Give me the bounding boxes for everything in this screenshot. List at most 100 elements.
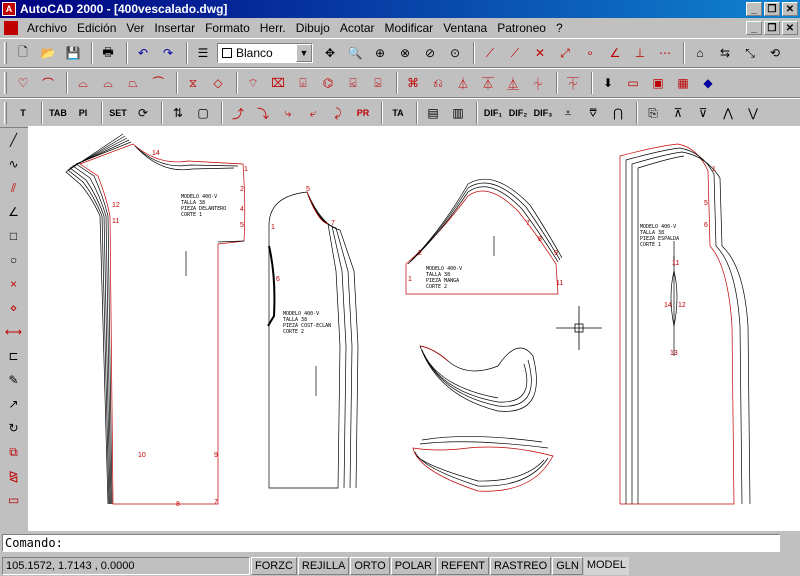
menu-acotar[interactable]: Acotar	[335, 21, 380, 35]
menu-patroneo[interactable]: Patroneo	[492, 21, 551, 35]
rectangle-draw-icon[interactable]: □	[3, 225, 25, 247]
lwt-toggle[interactable]: GLN	[552, 556, 583, 575]
angle-icon[interactable]: ∠	[3, 201, 25, 223]
dotted-line-icon[interactable]: ⋯	[654, 42, 676, 64]
pr-icon[interactable]: PR	[352, 102, 374, 124]
menu-modificar[interactable]: Modificar	[380, 21, 439, 35]
doc-restore-button[interactable]: ❐	[764, 21, 780, 35]
menu-ver[interactable]: Ver	[121, 21, 149, 35]
text-align-icon[interactable]: TA	[387, 102, 409, 124]
menu-herr[interactable]: Herr.	[255, 21, 291, 35]
armhole-icon[interactable]: ⌒	[37, 72, 59, 94]
marker-icon[interactable]: ◆	[697, 72, 719, 94]
chevron-down-icon[interactable]: ▼	[296, 44, 312, 62]
zoom-extents-icon[interactable]: ⊗	[394, 42, 416, 64]
curve-smooth-icon[interactable]: ⤶	[302, 102, 324, 124]
grid-toggle[interactable]: REJILLA	[297, 556, 350, 575]
otrack-toggle[interactable]: RASTREO	[490, 556, 552, 575]
menu-edicion[interactable]: Edición	[72, 21, 121, 35]
pline-tool-icon[interactable]: ⟋	[504, 42, 526, 64]
hem-icon[interactable]: ⋂	[607, 102, 629, 124]
polar-toggle[interactable]: POLAR	[390, 556, 436, 575]
save-disk-icon[interactable]: 💾	[62, 42, 84, 64]
rectangle-icon[interactable]: ▭	[622, 72, 644, 94]
grade-icon[interactable]: ⌘	[402, 72, 424, 94]
erase-icon[interactable]: ✎	[3, 369, 25, 391]
zoom-all-icon[interactable]: ⊙	[444, 42, 466, 64]
seam-icon[interactable]: ⏄	[477, 72, 499, 94]
label-icon[interactable]: ▤	[422, 102, 444, 124]
box-icon[interactable]: ▣	[647, 72, 669, 94]
fold-icon[interactable]: ⏇	[562, 72, 584, 94]
menu-archivo[interactable]: Archivo	[22, 21, 72, 35]
offset-icon[interactable]: ⊏	[3, 345, 25, 367]
dif1-icon[interactable]: DIF₁	[482, 102, 504, 124]
dif3-icon[interactable]: DIF₃	[532, 102, 554, 124]
tangent-tool-icon[interactable]: ⤢	[554, 42, 576, 64]
tab-icon[interactable]: TAB	[47, 102, 69, 124]
vest-icon[interactable]: ⊽	[692, 102, 714, 124]
yoke-icon[interactable]: ⌬	[317, 72, 339, 94]
doc-close-button[interactable]: ✕	[782, 21, 798, 35]
notch-cut-icon[interactable]: ⩡	[557, 102, 579, 124]
undo-icon[interactable]: ↶	[132, 42, 154, 64]
zoom-realtime-icon[interactable]: 🔍	[344, 42, 366, 64]
piece-frame-icon[interactable]: ▢	[192, 102, 214, 124]
disk-export-icon[interactable]: ⬇	[597, 72, 619, 94]
label-edit-icon[interactable]: ▥	[447, 102, 469, 124]
piece-arrange-icon[interactable]: ⇅	[167, 102, 189, 124]
cuff-icon[interactable]: ⌻	[292, 72, 314, 94]
curve-join-icon[interactable]: ⤸	[327, 102, 349, 124]
rotate-icon[interactable]: ↻	[3, 417, 25, 439]
layers-icon[interactable]: ☰	[192, 42, 214, 64]
piece-rotate-icon[interactable]: ⟳	[132, 102, 154, 124]
menu-help[interactable]: ?	[551, 21, 568, 35]
curve-adjust-icon[interactable]: ⤷	[277, 102, 299, 124]
diagonal-icon[interactable]: ⤡	[739, 42, 761, 64]
restore-button[interactable]: ❐	[764, 2, 780, 16]
piece-info-icon[interactable]: PI	[72, 102, 94, 124]
model-toggle[interactable]: MODEL	[583, 556, 629, 575]
new-file-icon[interactable]: 🗋	[12, 42, 34, 64]
menu-insertar[interactable]: Insertar	[149, 21, 200, 35]
point-tool-icon[interactable]: ∘	[579, 42, 601, 64]
pocket-icon[interactable]: ⌧	[267, 72, 289, 94]
measure-icon[interactable]: ⇆	[714, 42, 736, 64]
grainline-icon[interactable]: ⏅	[502, 72, 524, 94]
placket-icon[interactable]: ⍄	[367, 72, 389, 94]
zoom-previous-icon[interactable]: ⊘	[419, 42, 441, 64]
slope-tool-icon[interactable]: ∠	[604, 42, 626, 64]
garment-back-icon[interactable]: ⋁	[742, 102, 764, 124]
pleat-icon[interactable]: ⧖	[182, 72, 204, 94]
menu-formato[interactable]: Formato	[200, 21, 255, 35]
divide-icon[interactable]: ⋄	[3, 297, 25, 319]
toolbar-grip[interactable]	[4, 102, 7, 124]
front-bodice-icon[interactable]: ⌓	[72, 72, 94, 94]
rotate-piece-icon[interactable]: ⟲	[764, 42, 786, 64]
table-icon[interactable]: ▦	[672, 72, 694, 94]
page-icon[interactable]: ⎘	[642, 102, 664, 124]
parallel-line-icon[interactable]: ⫽	[3, 177, 25, 199]
close-button[interactable]: ✕	[782, 2, 798, 16]
drawing-canvas[interactable]: MODELO 400-V TALLA 38 PIEZA DELANTERO CO…	[28, 126, 800, 531]
toolbar-grip[interactable]	[4, 72, 7, 94]
pan-icon[interactable]: ✥	[319, 42, 341, 64]
print-icon[interactable]: 🖶	[97, 42, 119, 64]
shirt-icon[interactable]: ⊼	[667, 102, 689, 124]
facing-icon[interactable]: ⍃	[342, 72, 364, 94]
circle-icon[interactable]: ○	[3, 249, 25, 271]
point-icon[interactable]: ×	[3, 273, 25, 295]
ortho-toggle[interactable]: ORTO	[350, 556, 390, 575]
set-icon[interactable]: SET	[107, 102, 129, 124]
stretch-icon[interactable]: ▭	[3, 489, 25, 511]
redo-icon[interactable]: ↷	[157, 42, 179, 64]
curve-tangent-icon[interactable]: ⤵	[252, 102, 274, 124]
notch-mark-icon[interactable]: ⩢	[582, 102, 604, 124]
curve-edit-icon[interactable]: ⤴	[227, 102, 249, 124]
move-arrow-icon[interactable]: ↗	[3, 393, 25, 415]
copy-icon[interactable]: ⧉	[3, 441, 25, 463]
garment-icon[interactable]: ⋀	[717, 102, 739, 124]
dart-icon[interactable]: ◇	[207, 72, 229, 94]
line-tool-icon[interactable]: ⟋	[479, 42, 501, 64]
button-icon[interactable]: ⏆	[527, 72, 549, 94]
